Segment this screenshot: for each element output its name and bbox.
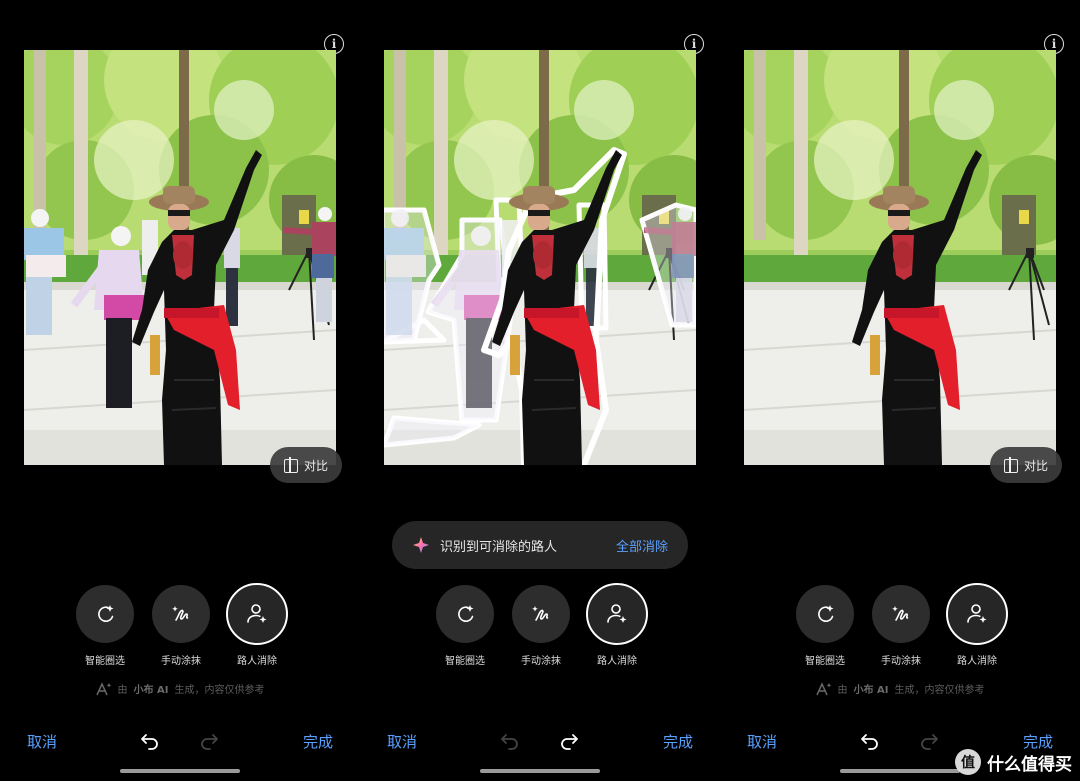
photo-scene <box>384 50 696 465</box>
manual-brush-icon <box>532 606 549 621</box>
tool-passerby-remove[interactable]: 路人消除 <box>217 583 297 667</box>
tool-label: 手动涂抹 <box>521 656 561 667</box>
redo-icon[interactable] <box>558 730 582 752</box>
passerby-remove-icon <box>247 604 267 623</box>
photo-scene <box>744 50 1056 465</box>
photo-canvas[interactable] <box>24 50 336 465</box>
undo-icon[interactable] <box>137 730 161 752</box>
undo-icon[interactable] <box>857 730 881 752</box>
ai-disclaimer: 由小布 AI 生成，内容仅供参考 <box>720 681 1080 696</box>
tool-manual-brush[interactable]: 手动涂抹 <box>501 585 581 667</box>
bottom-bar: 取消 完成 <box>0 728 360 754</box>
watermark-text: 什么值得买 <box>987 754 1072 775</box>
undo-icon[interactable] <box>497 730 521 752</box>
tool-bar: 智能圈选 手动涂抹 路人消除 <box>720 583 1080 675</box>
tool-label: 智能圈选 <box>805 656 845 667</box>
sparkle-icon <box>413 537 429 553</box>
tool-bar: 智能圈选 手动涂抹 路人消除 <box>0 583 360 675</box>
cancel-button[interactable]: 取消 <box>747 731 777 752</box>
tool-label: 手动涂抹 <box>161 656 201 667</box>
smart-select-icon <box>98 605 114 622</box>
tool-smart-select[interactable]: 智能圈选 <box>65 585 145 667</box>
redo-icon[interactable] <box>198 730 222 752</box>
compare-icon <box>1003 457 1018 473</box>
ai-disclaimer: 由小布 AI 生成，内容仅供参考 <box>0 681 360 696</box>
bottom-bar: 取消 完成 <box>360 728 720 754</box>
editor-panel-detected: i 识别到可消除的路人 全部消除 智能圈选 手动涂抹 路人消除 取消 完成 <box>360 0 720 781</box>
remove-all-button[interactable]: 全部消除 <box>616 536 668 555</box>
photo-canvas[interactable] <box>744 50 1056 465</box>
tool-manual-brush[interactable]: 手动涂抹 <box>861 585 941 667</box>
passerby-remove-icon <box>967 604 987 623</box>
tool-label: 路人消除 <box>597 656 637 667</box>
watermark-logo: 值 <box>955 749 981 775</box>
tool-manual-brush[interactable]: 手动涂抹 <box>141 585 221 667</box>
ai-sparkle-icon <box>815 681 831 695</box>
cancel-button[interactable]: 取消 <box>387 731 417 752</box>
cancel-button[interactable]: 取消 <box>27 731 57 752</box>
compare-icon <box>283 457 298 473</box>
tool-passerby-remove[interactable]: 路人消除 <box>577 583 657 667</box>
manual-brush-icon <box>892 606 909 621</box>
smart-select-icon <box>818 605 834 622</box>
smart-select-icon <box>458 605 474 622</box>
tool-label: 智能圈选 <box>445 656 485 667</box>
tool-smart-select[interactable]: 智能圈选 <box>425 585 505 667</box>
home-indicator <box>840 769 960 773</box>
tool-label: 路人消除 <box>957 656 997 667</box>
tool-label: 手动涂抹 <box>881 656 921 667</box>
photo-scene <box>24 50 336 465</box>
done-button[interactable]: 完成 <box>663 731 693 752</box>
tool-label: 智能圈选 <box>85 656 125 667</box>
compare-button[interactable]: 对比 <box>990 447 1062 483</box>
home-indicator <box>120 769 240 773</box>
banner-text: 识别到可消除的路人 <box>440 539 558 555</box>
ai-sparkle-icon <box>95 681 111 695</box>
editor-panel-result: i 对比 智能圈选 手动涂抹 路人消除 由小布 AI 生成，内容仅供参考 取消 完… <box>720 0 1080 781</box>
photo-canvas[interactable] <box>384 50 696 465</box>
compare-label: 对比 <box>303 458 328 473</box>
manual-brush-icon <box>172 606 189 621</box>
passerby-remove-icon <box>607 604 627 623</box>
redo-icon[interactable] <box>918 730 942 752</box>
editor-panel-original: i 对比 智能圈选 手动涂抹 路人消除 由小布 AI生成，内容仅供参考 取消 <box>0 0 360 781</box>
watermark: 值 什么值得买 <box>955 749 1072 775</box>
tool-passerby-remove[interactable]: 路人消除 <box>937 583 1017 667</box>
tool-label: 路人消除 <box>237 656 277 667</box>
compare-button[interactable]: 对比 <box>270 447 342 483</box>
detection-banner: 识别到可消除的路人 全部消除 <box>392 521 688 569</box>
done-button[interactable]: 完成 <box>303 731 333 752</box>
tool-smart-select[interactable]: 智能圈选 <box>785 585 865 667</box>
home-indicator <box>480 769 600 773</box>
tool-bar: 智能圈选 手动涂抹 路人消除 <box>360 583 720 675</box>
compare-label: 对比 <box>1023 458 1048 473</box>
